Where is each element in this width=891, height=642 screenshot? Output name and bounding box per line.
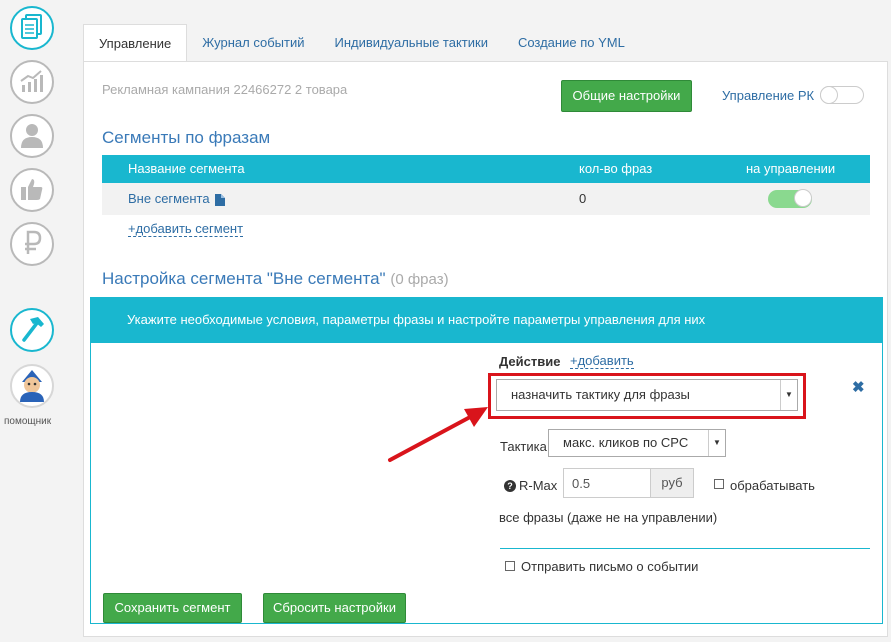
thumbs-up-icon (19, 176, 45, 205)
tactic-label: Тактика (500, 439, 547, 454)
action-label: Действие (499, 354, 561, 369)
segments-table: Название сегмента кол-во фраз на управле… (102, 155, 870, 215)
red-arrow-icon (388, 407, 488, 462)
segment-config-title: Настройка сегмента "Вне сегмента" (102, 269, 386, 288)
add-action-link[interactable]: +добавить (570, 354, 634, 369)
chevron-down-icon: ▼ (708, 430, 725, 456)
manage-rk-label: Управление РК (722, 88, 815, 103)
tab-management[interactable]: Управление (83, 24, 188, 62)
action-select-value: назначить тактику для фразы (511, 387, 690, 402)
col-phrase-count: кол-во фраз (579, 161, 653, 176)
tactic-select-value: макс. кликов по CPC (563, 435, 689, 450)
sidebar-item-documents[interactable] (10, 6, 54, 50)
segments-heading: Сегменты по фразам (102, 128, 271, 147)
toggle-knob (794, 189, 812, 207)
segment-managed-toggle[interactable] (768, 189, 812, 208)
campaign-title: Рекламная кампания 22466272 2 товара (102, 82, 348, 97)
reset-settings-button[interactable]: Сбросить настройки (263, 593, 406, 623)
tactic-select[interactable]: макс. кликов по CPC ▼ (548, 429, 726, 457)
close-icon[interactable]: ✖ (852, 378, 865, 396)
main-content: Управление Журнал событий Индивидуальные… (68, 0, 891, 642)
management-panel: Рекламная кампания 22466272 2 товара Общ… (83, 61, 888, 637)
process-all-checkbox[interactable] (714, 479, 724, 489)
save-segment-button[interactable]: Сохранить сегмент (103, 593, 242, 623)
add-segment-link[interactable]: +добавить сегмент (128, 222, 244, 237)
ruble-icon (21, 230, 43, 259)
hammer-icon (18, 315, 46, 346)
send-email-checkbox[interactable] (505, 561, 515, 571)
assistant-label: помощник (4, 416, 52, 427)
segments-table-header: Название сегмента кол-во фраз на управле… (102, 155, 870, 183)
help-icon[interactable]: ? (504, 480, 516, 492)
documents-icon (20, 13, 44, 43)
divider (500, 548, 870, 549)
assistant-avatar[interactable] (10, 364, 54, 408)
segment-name-link[interactable]: Вне сегмента (128, 183, 210, 215)
sidebar-item-tools[interactable] (10, 308, 54, 352)
tab-bar: Управление Журнал событий Индивидуальные… (83, 24, 640, 62)
sidebar-item-profile[interactable] (10, 114, 54, 158)
file-icon[interactable] (215, 194, 225, 206)
sidebar-item-likes[interactable] (10, 168, 54, 212)
assistant-icon (16, 368, 48, 405)
col-managed: на управлении (746, 161, 836, 176)
process-all-label: обрабатывать (730, 478, 815, 493)
tab-yml-creation[interactable]: Создание по YML (503, 24, 640, 62)
segment-config-heading: Настройка сегмента "Вне сегмента" (0 фра… (102, 269, 449, 289)
table-row: Вне сегмента 0 (102, 183, 870, 215)
process-all-label-cont: все фразы (даже не на управлении) (499, 510, 718, 525)
instruction-banner: Укажите необходимые условия, параметры ф… (90, 297, 883, 343)
manage-rk-toggle[interactable] (820, 86, 864, 104)
general-settings-button[interactable]: Общие настройки (561, 80, 692, 112)
tab-event-log[interactable]: Журнал событий (187, 24, 319, 62)
sidebar-item-finance[interactable] (10, 222, 54, 266)
rmax-unit: руб (650, 468, 694, 498)
segment-phrase-count-label: (0 фраз) (390, 271, 449, 288)
tab-individual-tactics[interactable]: Индивидуальные тактики (319, 24, 502, 62)
send-email-label: Отправить письмо о событии (521, 559, 699, 574)
sidebar-item-stats[interactable] (10, 60, 54, 104)
action-select[interactable]: назначить тактику для фразы ▼ (496, 379, 798, 411)
chevron-down-icon: ▼ (780, 380, 797, 410)
toggle-knob (820, 86, 838, 104)
segment-phrase-count: 0 (579, 191, 587, 206)
rmax-input[interactable] (563, 468, 651, 498)
rmax-label: R-Max (519, 478, 558, 493)
chart-growth-icon (19, 69, 45, 96)
col-segment-name: Название сегмента (128, 161, 245, 176)
sidebar: помощник (0, 0, 68, 642)
user-icon (19, 121, 45, 152)
